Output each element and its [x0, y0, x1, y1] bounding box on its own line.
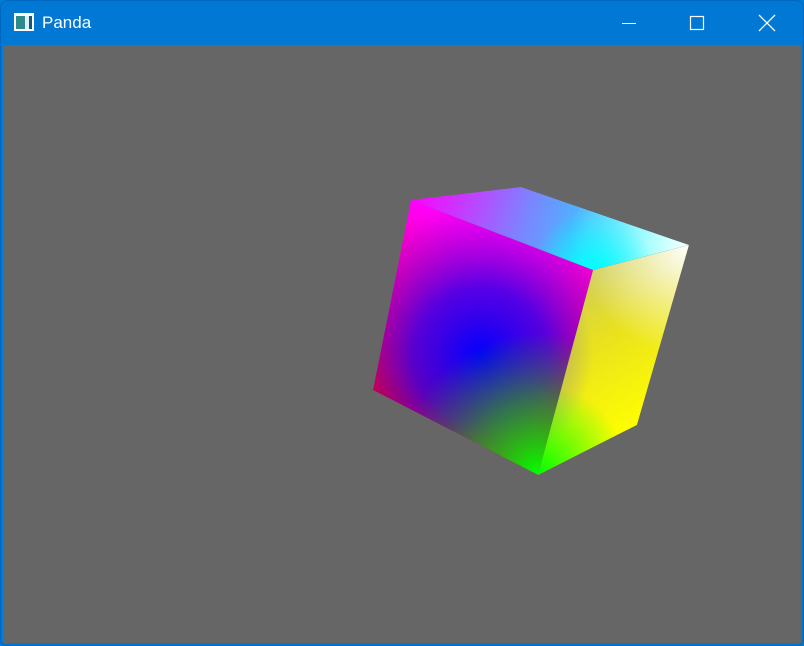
rotating-color-cube [373, 187, 689, 475]
minimize-button[interactable] [606, 1, 652, 45]
title-bar[interactable]: Panda [1, 1, 803, 45]
render-viewport[interactable] [3, 45, 801, 643]
close-icon [758, 14, 776, 32]
window-app-icon [14, 13, 34, 31]
maximize-button[interactable] [674, 1, 720, 45]
maximize-icon [689, 15, 705, 31]
window-title: Panda [42, 13, 92, 32]
close-button[interactable] [744, 1, 790, 45]
minimize-icon [622, 23, 636, 24]
scene-canvas [373, 187, 689, 475]
panda-window: Panda [0, 0, 804, 646]
